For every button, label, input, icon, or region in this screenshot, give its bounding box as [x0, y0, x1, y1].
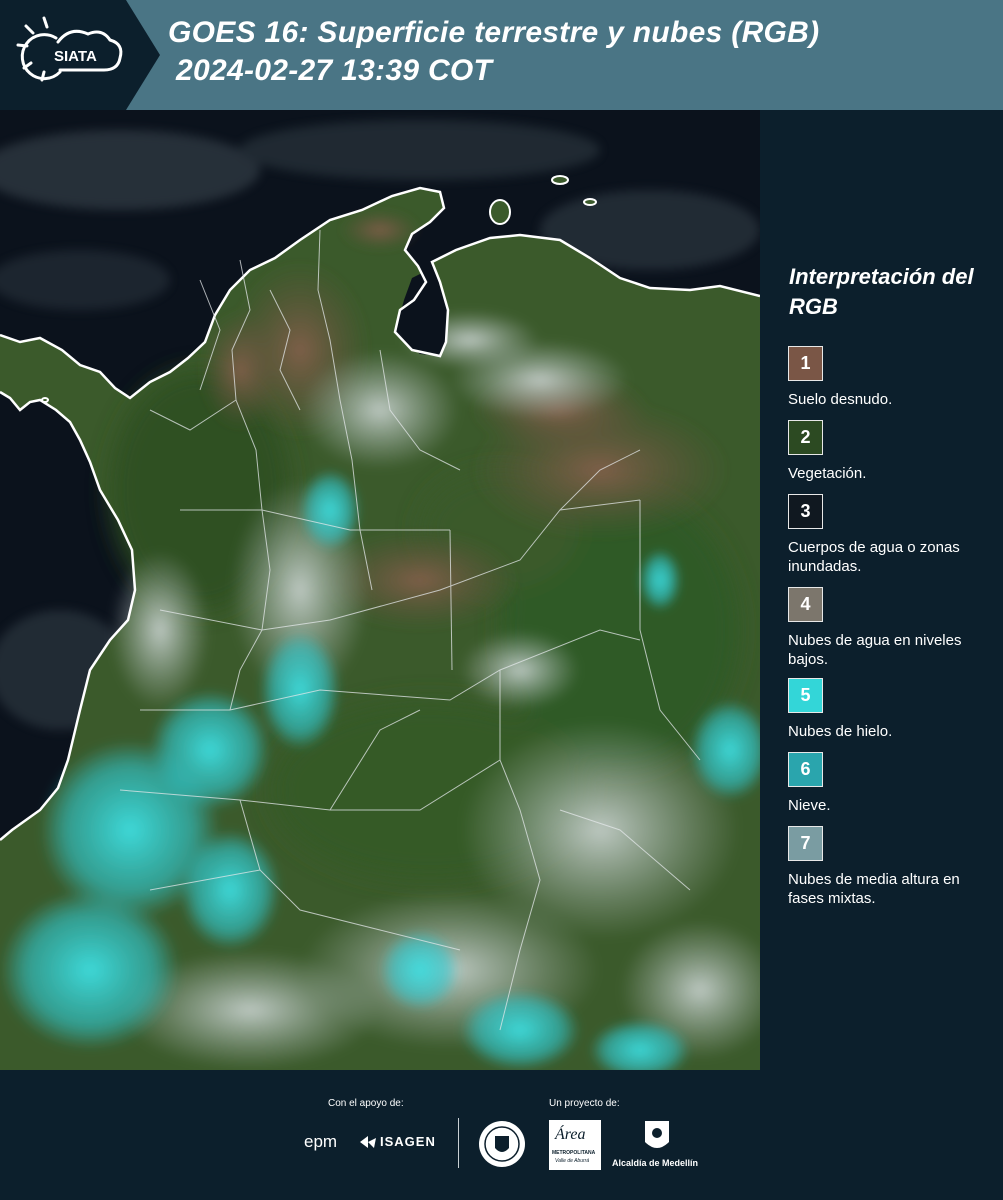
legend-label-4: Nubes de agua en niveles bajos. — [788, 632, 962, 668]
legend-label-3: Cuerpos de agua o zonas inundadas. — [788, 539, 960, 575]
legend-item-bare-soil: 1 Suelo desnudo. — [788, 346, 998, 409]
legend-item-mid-clouds: 7 Nubes de media altura en fases mixtas. — [788, 826, 998, 908]
alcaldia-logo: Alcaldía de Medellín — [612, 1118, 704, 1172]
medellin-seal — [478, 1120, 526, 1168]
legend-title: Interpretación del RGB — [789, 264, 974, 319]
swatch-3: 3 — [788, 494, 823, 529]
legend-item-vegetation: 2 Vegetación. — [788, 420, 998, 483]
legend-item-water: 3 Cuerpos de agua o zonas inundadas. — [788, 494, 998, 576]
swatch-6: 6 — [788, 752, 823, 787]
siata-logo-text: SIATA — [54, 48, 97, 65]
title-datetime: 2024-02-27 13:39 COT — [176, 54, 493, 87]
swatch-7: 7 — [788, 826, 823, 861]
legend-label-5: Nubes de hielo. — [788, 723, 893, 740]
coat-of-arms-icon — [645, 1121, 669, 1148]
legend-label-6: Nieve. — [788, 797, 831, 814]
isagen-mark-icon — [360, 1136, 376, 1148]
header-bar: SIATA GOES 16: Superficie terrestre y nu… — [0, 0, 1003, 110]
epm-logo: epm — [304, 1132, 338, 1151]
page-title: GOES 16: Superficie terrestre y nubes (R… — [168, 14, 819, 90]
project-label: Un proyecto de: — [549, 1098, 620, 1109]
seal-icon — [479, 1121, 525, 1167]
swatch-5: 5 — [788, 678, 823, 713]
legend-label-7: Nubes de media altura en fases mixtas. — [788, 871, 960, 907]
legend-label-1: Suelo desnudo. — [788, 391, 893, 408]
legend-item-low-clouds: 4 Nubes de agua en niveles bajos. — [788, 587, 998, 669]
area-metropolitana-logo: Área METROPOLITANA Valle de Aburrá — [549, 1120, 601, 1170]
satellite-map[interactable] — [0, 110, 760, 1070]
legend-item-ice-clouds: 5 Nubes de hielo. — [788, 678, 998, 741]
swatch-4: 4 — [788, 587, 823, 622]
footer: Con el apoyo de: Un proyecto de: epm ISA… — [0, 1070, 1003, 1200]
legend-panel: Interpretación del RGB 1 Suelo desnudo. … — [760, 110, 1003, 1070]
swatch-2: 2 — [788, 420, 823, 455]
footer-separator — [458, 1118, 459, 1168]
title-line-1: GOES 16: Superficie terrestre y nubes (R… — [168, 16, 820, 49]
siata-logo: SIATA — [0, 0, 160, 110]
legend-label-2: Vegetación. — [788, 465, 867, 482]
support-label: Con el apoyo de: — [328, 1098, 404, 1109]
swatch-1: 1 — [788, 346, 823, 381]
legend-item-snow: 6 Nieve. — [788, 752, 998, 815]
